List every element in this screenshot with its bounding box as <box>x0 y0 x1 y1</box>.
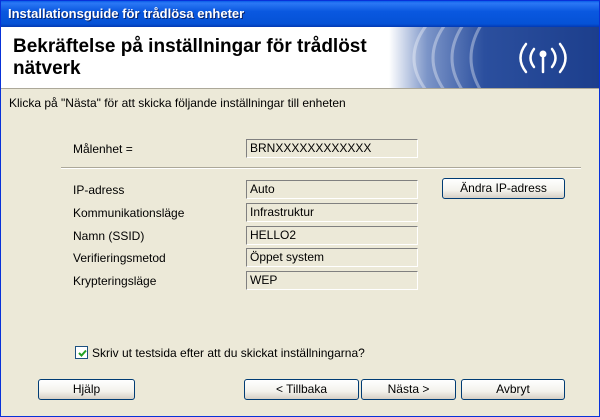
ssid-label: Namn (SSID) <box>73 229 145 243</box>
target-device-label: Målenhet = <box>73 142 133 156</box>
help-button[interactable]: Hjälp <box>38 379 135 400</box>
ssid-value: HELLO2 <box>246 226 418 245</box>
page-title: Bekräftelse på inställningar för trådlös… <box>13 36 373 80</box>
page-title-line-1: Bekräftelse på inställningar för trådlös… <box>13 36 367 57</box>
change-ip-address-button[interactable]: Ändra IP-adress <box>442 178 565 199</box>
communication-mode-label: Kommunikationsläge <box>73 206 185 220</box>
wireless-banner <box>389 27 599 88</box>
cancel-button[interactable]: Avbryt <box>461 379 565 400</box>
window-title: Installationsguide för trådlösa enheter <box>8 6 245 21</box>
page-title-line-2: nätverk <box>13 58 81 79</box>
wizard-header: Bekräftelse på inställningar för trådlös… <box>1 27 599 89</box>
back-button[interactable]: < Tillbaka <box>244 379 359 400</box>
checkmark-icon <box>78 349 87 357</box>
authentication-method-value: Öppet system <box>246 248 418 267</box>
separator <box>61 167 581 169</box>
target-device-value: BRNXXXXXXXXXXXX <box>246 139 418 158</box>
print-test-page-label: Skriv ut testsida efter att du skickat i… <box>92 346 365 360</box>
ip-address-label: IP-adress <box>73 183 125 197</box>
next-button[interactable]: Nästa > <box>361 379 456 400</box>
authentication-method-label: Verifieringsmetod <box>73 251 166 265</box>
title-bar[interactable]: Installationsguide för trådlösa enheter <box>1 1 599 27</box>
instruction-text: Klicka på "Nästa" för att skicka följand… <box>9 96 346 110</box>
communication-mode-value: Infrastruktur <box>246 203 418 222</box>
encryption-mode-value: WEP <box>246 271 418 290</box>
wizard-window: Installationsguide för trådlösa enheter … <box>0 0 600 417</box>
ip-address-value: Auto <box>246 180 418 199</box>
print-test-page-checkbox[interactable] <box>75 346 88 359</box>
encryption-mode-label: Krypteringsläge <box>73 274 157 288</box>
